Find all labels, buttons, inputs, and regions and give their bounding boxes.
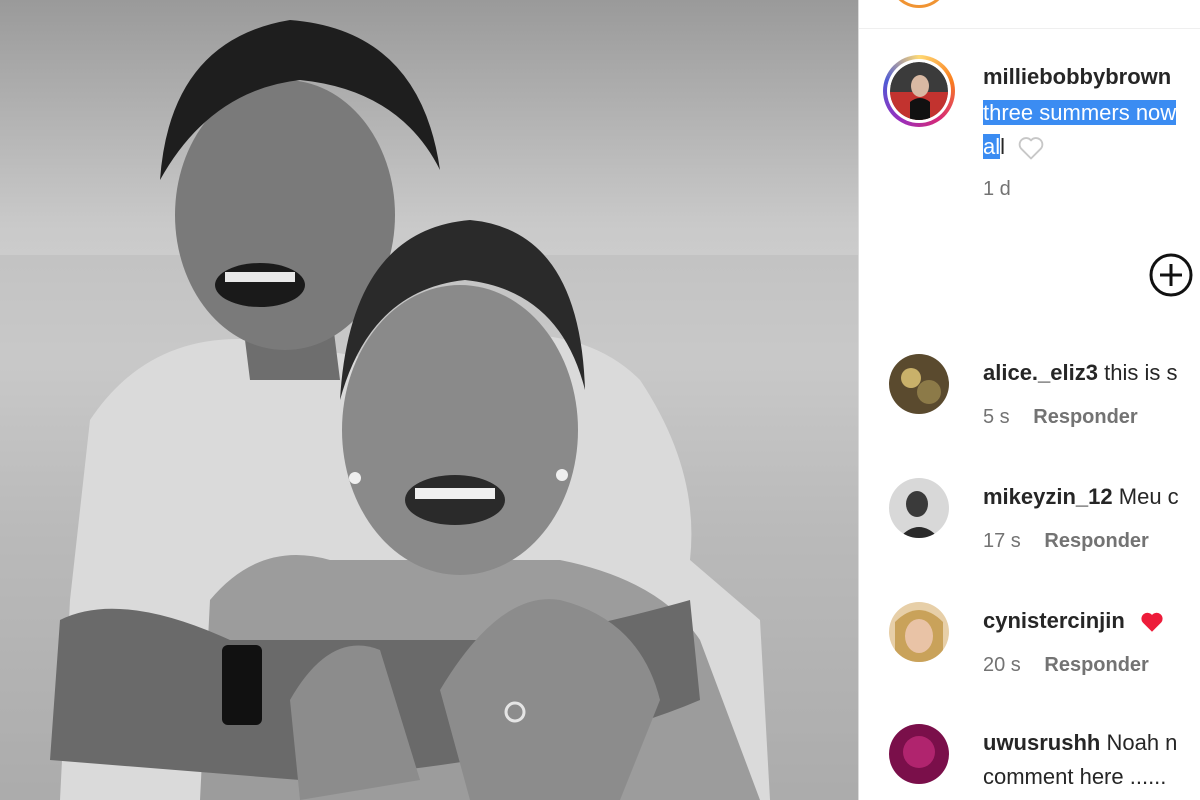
post-timestamp: 1 d [983,178,1011,200]
comment-item: cynistercinjin 20 s Responder [859,600,1200,700]
comment-time: 17 s [983,530,1021,552]
comment-text: cynistercinjin [983,608,1165,634]
plus-circle-icon[interactable] [1148,252,1194,298]
comment-item: alice._eliz3 this is s 5 s Responder [859,352,1200,452]
commenter-username[interactable]: uwusrushh [983,730,1100,755]
comment-body: Meu c [1118,484,1179,509]
comment-text: mikeyzin_12 Meu c [983,484,1179,510]
comment-meta: 5 s Responder [983,406,1138,429]
comment-item: uwusrushh Noah n comment here ...... [859,722,1200,800]
owner-avatar-image [890,62,948,120]
commenter-username[interactable]: alice._eliz3 [983,360,1098,385]
header-separator [859,28,1200,29]
reply-button[interactable]: Responder [1033,406,1137,428]
owner-username[interactable]: milliebobbybrown [983,64,1171,90]
post-caption: three summers now all [983,96,1200,164]
commenter-avatar[interactable] [889,354,949,414]
commenter-avatar[interactable] [889,602,949,662]
caption-highlight-1: three summers now [983,100,1177,125]
commenter-username[interactable]: mikeyzin_12 [983,484,1113,509]
couple-photo-illustration [0,20,858,800]
comment-meta: 20 s Responder [983,654,1149,677]
reply-button[interactable]: Responder [1044,654,1148,676]
commenter-avatar[interactable] [889,478,949,538]
comment-body: Noah n [1106,730,1178,755]
comment-time: 5 s [983,406,1010,428]
commenter-avatar[interactable] [889,724,949,784]
previous-avatar-edge [889,0,949,8]
comment-time: 20 s [983,654,1021,676]
caption-highlight-2: al [983,134,1001,159]
owner-avatar[interactable] [883,55,955,127]
caption-rest: l [1000,134,1006,159]
red-heart-icon [1141,612,1163,632]
comments-panel: milliebobbybrown three summers now all 1… [859,0,1200,800]
comment-item: mikeyzin_12 Meu c 17 s Responder [859,476,1200,576]
comment-body-line2: comment here ...... [983,764,1167,789]
comment-meta: 17 s Responder [983,530,1149,553]
heart-outline-icon[interactable] [1017,135,1045,161]
comment-text: alice._eliz3 this is s [983,360,1177,386]
commenter-username[interactable]: cynistercinjin [983,608,1125,633]
comment-body: this is s [1104,360,1178,385]
reply-button[interactable]: Responder [1044,530,1148,552]
post-photo[interactable] [0,0,858,800]
comment-text: uwusrushh Noah n [983,730,1177,756]
